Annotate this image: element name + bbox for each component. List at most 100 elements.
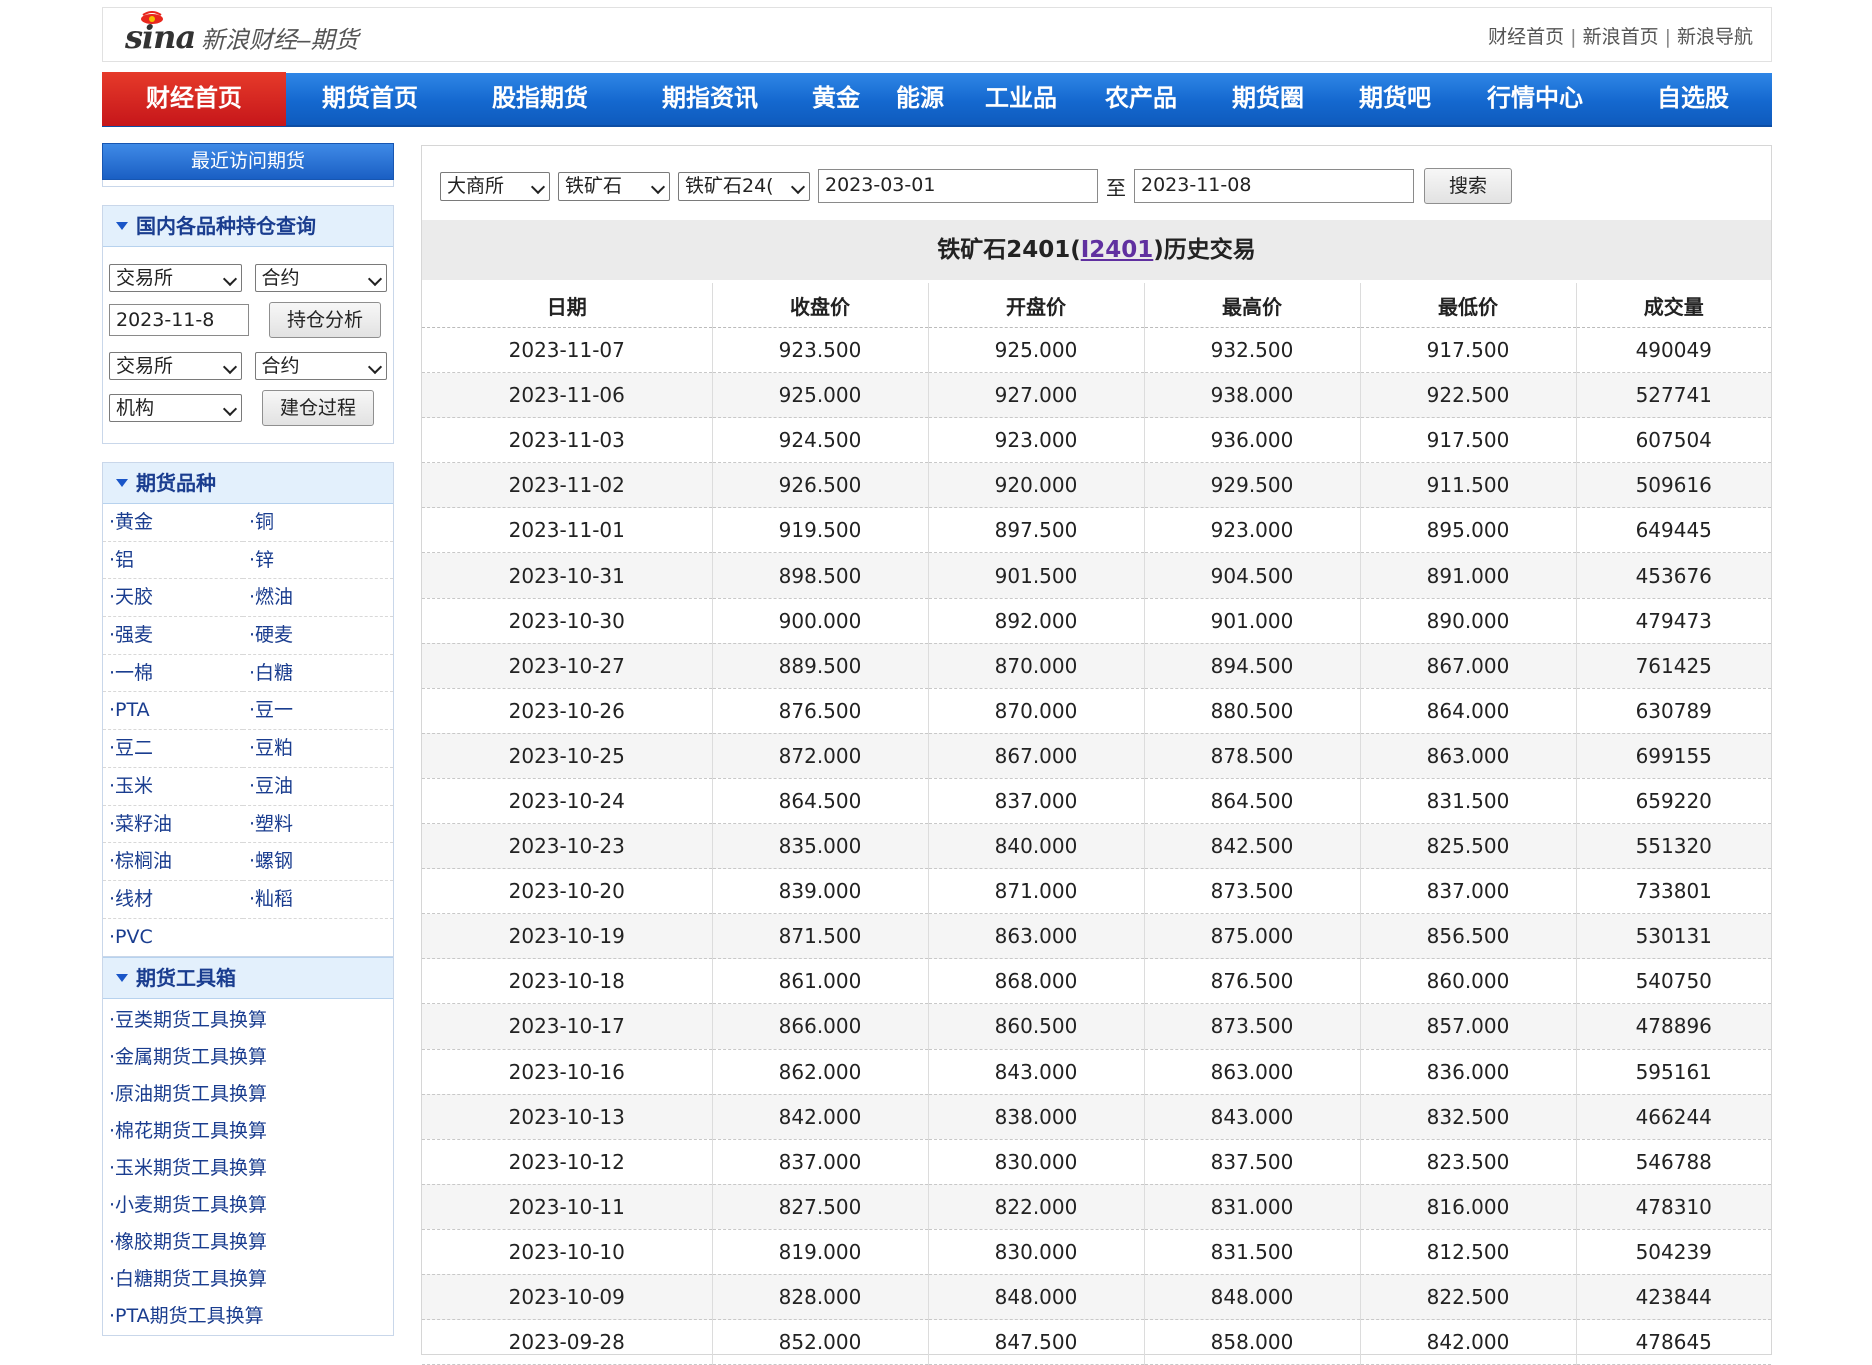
nav-futures-home[interactable]: 期货首页	[286, 72, 454, 126]
contract-code-link[interactable]: I2401	[1081, 237, 1154, 263]
cell-volume: 530131	[1576, 913, 1771, 960]
tool-link[interactable]: ·橡胶期货工具换算	[103, 1224, 393, 1261]
variety-link[interactable]: ·线材	[103, 881, 243, 919]
variety-link[interactable]: ·PVC	[103, 919, 243, 957]
variety-link[interactable]: ·铜	[243, 504, 393, 542]
nav-industrial[interactable]: 工业品	[962, 72, 1080, 126]
table-row: 2023-11-02 926.500 920.000 929.500 911.500 50…	[422, 462, 1771, 509]
nav-watchlist[interactable]: 自选股	[1614, 72, 1772, 126]
table-row: 2023-10-13 842.000 838.000 843.000 832.500 46…	[422, 1094, 1771, 1140]
cell-close: 919.500	[712, 507, 929, 554]
tool-link[interactable]: ·小麦期货工具换算	[103, 1187, 393, 1224]
nav-market-center[interactable]: 行情中心	[1456, 72, 1614, 126]
sina-logo[interactable]: sina 新浪财经–期货	[125, 11, 359, 60]
tool-link[interactable]: ·原油期货工具换算	[103, 1076, 393, 1113]
position-query-header[interactable]: 国内各品种持仓查询	[103, 206, 393, 247]
tool-link[interactable]: ·玉米期货工具换算	[103, 1150, 393, 1187]
nav-index-futures[interactable]: 股指期货	[454, 72, 626, 126]
search-button[interactable]: 搜索	[1424, 168, 1512, 204]
variety-link[interactable]: ·燃油	[243, 579, 393, 618]
tool-link[interactable]: ·豆类期货工具换算	[103, 1002, 393, 1039]
varieties-title: 期货品种	[136, 471, 216, 495]
cell-open: 901.500	[928, 552, 1145, 599]
cell-low: 836.000	[1360, 1049, 1577, 1095]
exchange-select[interactable]: 大商所	[440, 171, 550, 201]
variety-link[interactable]: ·PTA	[103, 692, 243, 731]
column-header-open: 开盘价	[928, 283, 1145, 328]
nav-finance-home[interactable]: 财经首页	[102, 72, 286, 126]
column-header-volume: 成交量	[1576, 283, 1771, 328]
start-date-input[interactable]: 2023-03-01	[818, 169, 1098, 203]
contract-select-1-value: 合约	[261, 267, 300, 289]
nav-agricultural[interactable]: 农产品	[1080, 72, 1202, 126]
variety-link[interactable]: ·豆二	[103, 730, 243, 768]
position-analysis-button[interactable]: 持仓分析	[269, 302, 381, 338]
cell-open: 871.000	[928, 868, 1145, 915]
tool-link[interactable]: ·PTA期货工具换算	[103, 1298, 393, 1335]
contract-select-2[interactable]: 合约	[254, 352, 387, 380]
cell-open: 867.000	[928, 733, 1145, 779]
table-row: 2023-10-11 827.500 822.000 831.000 816.000 47…	[422, 1184, 1771, 1230]
variety-link[interactable]: ·天胶	[103, 579, 243, 618]
table-row: 2023-10-31 898.500 901.500 904.500 891.000 45…	[422, 552, 1771, 599]
tool-link[interactable]: ·白糖期货工具换算	[103, 1261, 393, 1298]
position-build-process-button[interactable]: 建仓过程	[262, 390, 374, 426]
nav-futures-circle[interactable]: 期货圈	[1202, 72, 1334, 126]
cell-volume: 733801	[1576, 868, 1771, 915]
recent-futures-button[interactable]: 最近访问期货	[102, 143, 394, 180]
varieties-list: ·黄金 ·铜 ·铝 ·锌 ·天胶 ·燃油 ·强麦 ·硬麦 ·一棉 ·白糖 ·PT…	[103, 504, 393, 956]
variety-link[interactable]: ·菜籽油	[103, 806, 243, 844]
variety-link[interactable]: ·棕榈油	[103, 843, 243, 881]
cell-close: 862.000	[712, 1049, 929, 1095]
tool-link[interactable]: ·金属期货工具换算	[103, 1039, 393, 1076]
cell-high: 904.500	[1144, 552, 1361, 599]
variety-link[interactable]: ·强麦	[103, 617, 243, 655]
cell-low: 917.500	[1360, 327, 1577, 374]
cell-close: 861.000	[712, 958, 929, 1005]
sina-eye-icon	[141, 11, 163, 24]
chevron-down-icon	[367, 359, 383, 375]
exchange-select-2-value: 交易所	[116, 355, 174, 377]
variety-link[interactable]: ·铝	[103, 542, 243, 580]
table-row: 2023-10-12 837.000 830.000 837.500 823.500 54…	[422, 1139, 1771, 1185]
variety-link[interactable]: ·豆粕	[243, 730, 393, 768]
position-date-input[interactable]: 2023-11-8	[109, 304, 249, 336]
cell-open: 830.000	[928, 1229, 1145, 1275]
variety-link[interactable]: ·一棉	[103, 655, 243, 693]
institution-select[interactable]: 机构	[109, 394, 242, 422]
variety-link[interactable]: ·玉米	[103, 768, 243, 806]
nav-futures-bar[interactable]: 期货吧	[1334, 72, 1456, 126]
table-row: 2023-10-30 900.000 892.000 901.000 890.000 47…	[422, 598, 1771, 644]
variety-link[interactable]: ·硬麦	[243, 617, 393, 655]
exchange-select-1[interactable]: 交易所	[109, 264, 242, 292]
link-sina-nav[interactable]: 新浪导航	[1677, 26, 1753, 48]
variety-link[interactable]: ·螺钢	[243, 843, 393, 881]
nav-index-news[interactable]: 期指资讯	[626, 72, 794, 126]
contract-select-1[interactable]: 合约	[254, 264, 387, 292]
contract-select[interactable]: 铁矿石24(	[678, 171, 810, 201]
variety-link[interactable]: ·黄金	[103, 504, 243, 542]
variety-select[interactable]: 铁矿石	[558, 171, 670, 201]
nav-energy[interactable]: 能源	[878, 72, 962, 126]
cell-close: 900.000	[712, 598, 929, 644]
chevron-down-icon	[790, 179, 806, 194]
variety-link[interactable]: ·锌	[243, 542, 393, 580]
cell-date: 2023-10-31	[422, 552, 713, 599]
nav-gold[interactable]: 黄金	[794, 72, 878, 126]
link-sina-home[interactable]: 新浪首页	[1583, 26, 1659, 48]
main-nav: 财经首页 期货首页 股指期货 期指资讯 黄金 能源 工业品 农产品 期货圈 期货…	[102, 72, 1772, 127]
variety-link[interactable]: ·塑料	[243, 806, 393, 844]
exchange-select-2[interactable]: 交易所	[109, 352, 242, 380]
toolbox-header[interactable]: 期货工具箱	[103, 957, 393, 1000]
varieties-header[interactable]: 期货品种	[103, 463, 393, 504]
tool-link[interactable]: ·棉花期货工具换算	[103, 1113, 393, 1150]
cell-high: 837.500	[1144, 1139, 1361, 1185]
variety-link[interactable]: ·籼稻	[243, 881, 393, 919]
cell-date: 2023-11-03	[422, 417, 713, 464]
variety-link[interactable]: ·豆一	[243, 692, 393, 731]
variety-link[interactable]: ·豆油	[243, 768, 393, 806]
end-date-input[interactable]: 2023-11-08	[1134, 169, 1414, 203]
cell-close: 872.000	[712, 733, 929, 779]
variety-link[interactable]: ·白糖	[243, 655, 393, 693]
link-finance-home[interactable]: 财经首页	[1488, 26, 1564, 48]
